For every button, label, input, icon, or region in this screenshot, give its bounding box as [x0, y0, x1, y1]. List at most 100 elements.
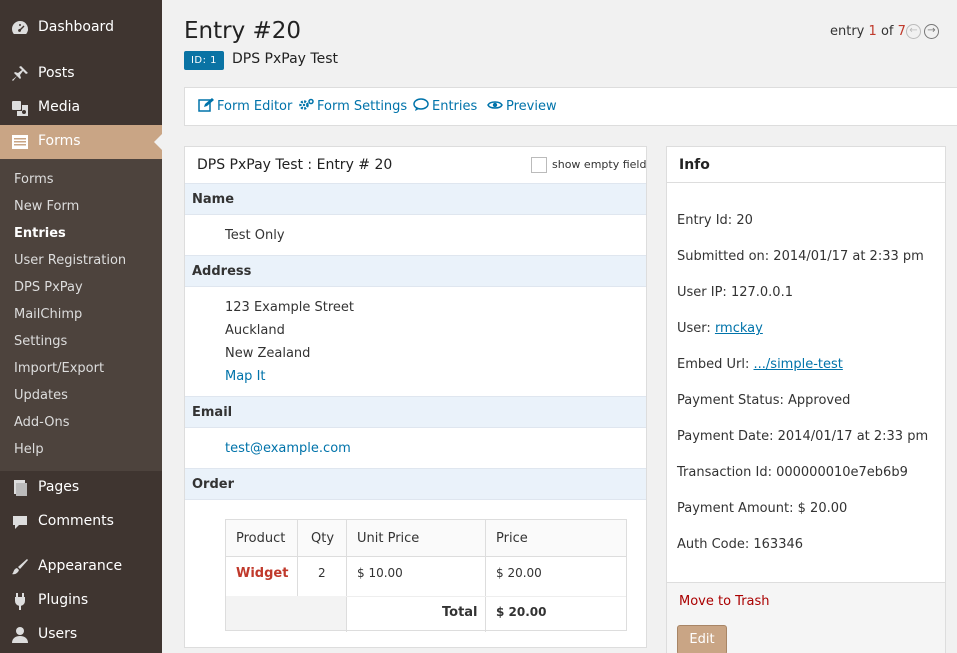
form-name: DPS PxPay Test	[232, 51, 338, 67]
menu-posts[interactable]: Posts	[0, 57, 162, 91]
submenu-new-form[interactable]: New Form	[14, 199, 79, 214]
entries-link[interactable]: Entries	[413, 98, 477, 114]
preview-link[interactable]: Preview	[487, 98, 557, 114]
pager-current: 1	[868, 24, 877, 39]
embed-label: Embed Url:	[677, 357, 750, 372]
menu-users[interactable]: Users	[0, 618, 162, 652]
name-value: Test Only	[225, 228, 285, 243]
total-value: $ 20.00	[496, 605, 547, 619]
brush-icon	[12, 559, 28, 575]
empty-total-cell	[226, 596, 346, 630]
column-divider	[297, 557, 298, 596]
menu-forms[interactable]: Forms	[0, 125, 162, 159]
prev-entry-arrow-icon[interactable]: ←	[906, 24, 921, 39]
menu-label: Pages	[38, 479, 80, 495]
pin-icon	[12, 66, 28, 81]
pages-icon	[14, 480, 27, 496]
media-icon	[12, 101, 28, 116]
payment-status: Payment Status: Approved	[677, 393, 851, 408]
info-actions: Move to Trash Edit	[667, 582, 945, 653]
submenu-settings[interactable]: Settings	[14, 334, 67, 349]
id-badge: ID: 1	[184, 51, 224, 70]
form-settings-link[interactable]: Form Settings	[298, 98, 407, 114]
user-link[interactable]: rmckay	[715, 321, 763, 336]
menu-pages[interactable]: Pages	[0, 471, 162, 505]
submenu-dps-pxpay[interactable]: DPS PxPay	[14, 280, 83, 295]
col-unit-price: Unit Price	[357, 531, 420, 546]
menu-appearance[interactable]: Appearance	[0, 550, 162, 584]
pager-prefix: entry	[830, 24, 865, 39]
user-label: User:	[677, 321, 711, 336]
form-settings-label: Form Settings	[317, 99, 408, 114]
pager-total: 7	[897, 24, 906, 39]
submenu-updates[interactable]: Updates	[14, 388, 68, 403]
next-entry-arrow-icon[interactable]: →	[924, 24, 939, 39]
forms-submenu: Forms New Form Entries User Registration…	[0, 159, 162, 471]
pager-of: of	[880, 24, 894, 39]
user-row: User: rmckay	[677, 321, 763, 336]
info-panel: Info Entry Id: 20 Submitted on: 2014/01/…	[666, 146, 946, 653]
column-divider	[297, 520, 298, 557]
map-it-link[interactable]: Map It	[225, 369, 266, 384]
total-label: Total	[442, 605, 478, 620]
price-cell: $ 20.00	[496, 566, 542, 580]
submenu-forms[interactable]: Forms	[14, 172, 54, 187]
info-title: Info	[679, 157, 710, 173]
email-link[interactable]: test@example.com	[225, 441, 351, 456]
field-header-order: Order	[185, 468, 646, 500]
menu-label: Users	[38, 626, 78, 642]
plugin-icon	[15, 593, 25, 610]
product-link[interactable]: Widget	[236, 566, 288, 581]
submitted-on: Submitted on: 2014/01/17 at 2:33 pm	[677, 249, 924, 264]
show-empty-checkbox[interactable]	[531, 157, 547, 173]
field-label: Address	[192, 264, 252, 279]
entry-id: Entry Id: 20	[677, 213, 753, 228]
submenu-add-ons[interactable]: Add-Ons	[14, 415, 69, 430]
menu-dashboard[interactable]: Dashboard	[0, 11, 162, 45]
field-header-email: Email	[185, 396, 646, 428]
menu-media[interactable]: Media	[0, 91, 162, 125]
submenu-mailchimp[interactable]: MailChimp	[14, 307, 82, 322]
submenu-import-export[interactable]: Import/Export	[14, 361, 104, 376]
menu-comments[interactable]: Comments	[0, 505, 162, 539]
dashboard-icon	[12, 21, 28, 34]
entries-label: Entries	[432, 99, 478, 114]
field-label: Order	[192, 477, 234, 492]
field-label: Email	[192, 405, 233, 420]
menu-label: Posts	[38, 65, 75, 81]
comment-bubble-icon	[413, 98, 429, 111]
submenu-entries[interactable]: Entries	[14, 226, 66, 241]
unit-price-cell: $ 10.00	[357, 566, 403, 580]
show-empty-fields-toggle[interactable]: show empty fields	[531, 157, 646, 173]
entry-toolbar: Form Editor Form Settings Entries Previe…	[184, 87, 957, 126]
embed-url-link[interactable]: .../simple-test	[754, 357, 843, 372]
gears-icon	[299, 98, 314, 110]
user-ip: User IP: 127.0.0.1	[677, 285, 793, 300]
order-table-header	[226, 520, 626, 557]
col-product: Product	[236, 531, 286, 546]
column-divider	[485, 520, 486, 632]
address-line: Auckland	[225, 323, 285, 338]
form-editor-link[interactable]: Form Editor	[198, 98, 292, 114]
menu-label: Appearance	[38, 558, 123, 574]
field-label: Name	[192, 192, 235, 207]
field-header-address: Address	[185, 255, 646, 287]
address-line: 123 Example Street	[225, 300, 354, 315]
menu-plugins[interactable]: Plugins	[0, 584, 162, 618]
forms-icon	[12, 135, 28, 149]
move-to-trash-link[interactable]: Move to Trash	[679, 594, 770, 609]
transaction-id: Transaction Id: 000000010e7eb6b9	[677, 465, 908, 480]
payment-amount: Payment Amount: $ 20.00	[677, 501, 848, 516]
edit-button[interactable]: Edit	[677, 625, 727, 653]
order-table: Product Qty Unit Price Price Widget 2 $ …	[225, 519, 627, 632]
show-empty-label: show empty fields	[552, 158, 647, 171]
preview-label: Preview	[506, 99, 557, 114]
menu-label: Media	[38, 99, 81, 115]
divider	[667, 182, 945, 183]
entry-details-panel: DPS PxPay Test : Entry # 20 show empty f…	[184, 146, 647, 648]
row-divider	[346, 596, 626, 597]
admin-sidebar: Dashboard Posts Media Forms Forms New Fo…	[0, 0, 162, 653]
submenu-user-registration[interactable]: User Registration	[14, 253, 126, 268]
submenu-help[interactable]: Help	[14, 442, 44, 457]
eye-icon	[487, 101, 503, 109]
